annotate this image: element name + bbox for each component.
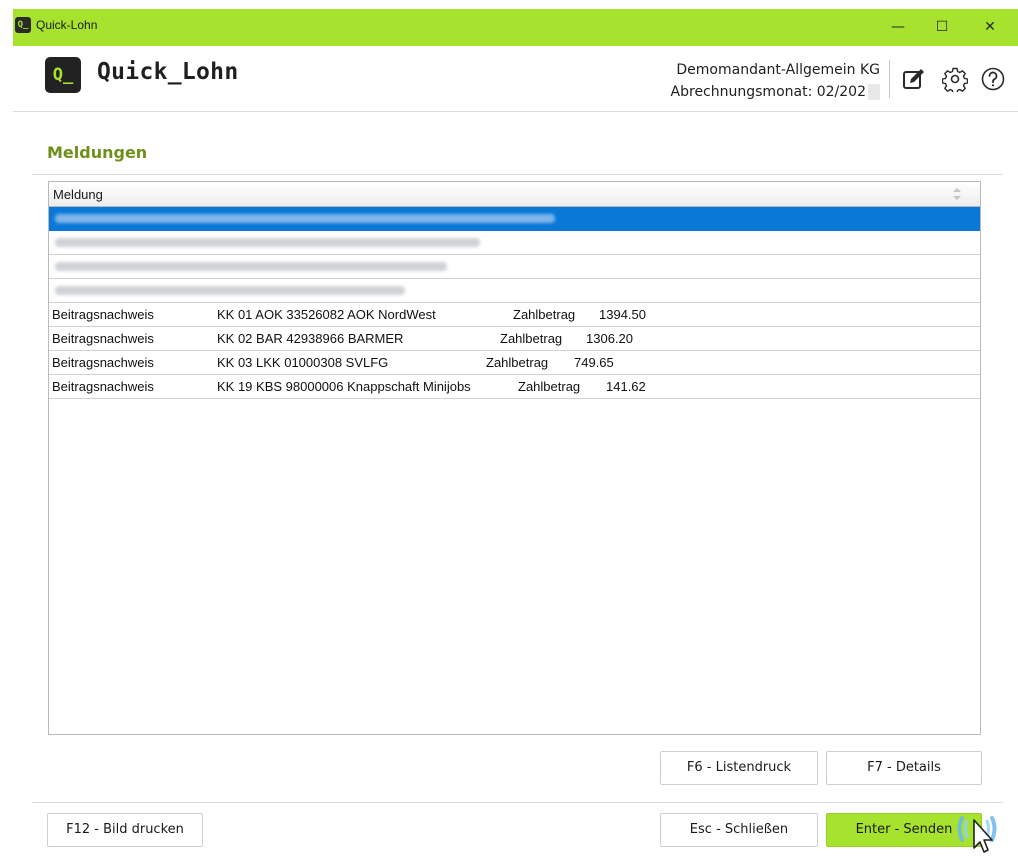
- header-separator: [889, 60, 890, 98]
- title-bar: [0, 0, 1018, 46]
- listendruck-button[interactable]: F6 - Listendruck: [660, 751, 818, 785]
- app-icon: Q_: [15, 17, 31, 33]
- grid-header[interactable]: Meldung: [49, 182, 980, 207]
- redacted-row-content: [55, 238, 480, 247]
- company-info: Demomandant-Allgemein KG Abrechnungsmona…: [671, 59, 880, 103]
- row-kk: KK 02 BAR 42938966 BARMER: [217, 331, 404, 346]
- grid-rows: Beitragsnachweis KK 01 AOK 33526082 AOK …: [49, 207, 980, 399]
- row-amount-label: Zahlbetrag: [518, 379, 581, 394]
- table-row-selected[interactable]: [49, 207, 980, 231]
- app-header: Q_ Quick_Lohn Demomandant-Allgemein KG A…: [13, 46, 1018, 112]
- gear-icon[interactable]: [942, 66, 968, 92]
- sort-icon[interactable]: [952, 187, 962, 201]
- row-type: Beitragsnachweis: [52, 355, 154, 370]
- company-name: Demomandant-Allgemein KG: [676, 62, 880, 78]
- redacted-row-content: [55, 262, 447, 271]
- row-kk: KK 19 KBS 98000006 Knappschaft Minijobs: [217, 379, 471, 394]
- title-bar-background: [13, 9, 1018, 46]
- billing-month: Abrechnungsmonat: 02/202: [670, 84, 866, 100]
- row-amount-label: Zahlbetrag: [486, 355, 549, 370]
- close-dialog-button[interactable]: Esc - Schließen: [660, 813, 818, 847]
- messages-grid[interactable]: Meldung Beitragsnachweis KK 01 AOK 33526…: [48, 181, 981, 735]
- row-type: Beitragsnachweis: [52, 379, 154, 394]
- maximize-button[interactable]: ☐: [922, 12, 962, 42]
- row-kk: KK 03 LKK 01000308 SVLFG: [217, 355, 389, 370]
- print-screen-button[interactable]: F12 - Bild drucken: [47, 813, 203, 847]
- table-row[interactable]: Beitragsnachweis KK 19 KBS 98000006 Knap…: [49, 375, 980, 399]
- redacted-row-content: [55, 214, 555, 223]
- row-amount: 749.65: [574, 355, 614, 370]
- billing-month-line: Abrechnungsmonat: 02/202: [671, 81, 880, 103]
- redacted-row-content: [55, 286, 405, 295]
- minimize-button[interactable]: —: [878, 12, 918, 42]
- row-amount: 1394.50: [599, 307, 646, 322]
- table-row[interactable]: Beitragsnachweis KK 01 AOK 33526082 AOK …: [49, 303, 980, 327]
- details-button[interactable]: F7 - Details: [826, 751, 982, 785]
- logo-icon: Q_: [45, 57, 81, 93]
- table-row[interactable]: Beitragsnachweis KK 03 LKK 01000308 SVLF…: [49, 351, 980, 375]
- table-row[interactable]: [49, 255, 980, 279]
- close-button[interactable]: ✕: [970, 12, 1010, 42]
- section-title: Meldungen: [47, 143, 148, 162]
- row-amount: 1306.20: [586, 331, 633, 346]
- mouse-cursor-icon: [957, 816, 997, 853]
- table-row[interactable]: [49, 231, 980, 255]
- row-amount-label: Zahlbetrag: [500, 331, 563, 346]
- row-amount: 141.62: [606, 379, 646, 394]
- row-kk: KK 01 AOK 33526082 AOK NordWest: [217, 307, 436, 322]
- table-row[interactable]: [49, 279, 980, 303]
- row-type: Beitragsnachweis: [52, 331, 154, 346]
- edit-icon[interactable]: [901, 66, 927, 92]
- logo-text: Quick_Lohn: [97, 59, 239, 85]
- footer-divider: [32, 802, 1003, 803]
- column-header-meldung[interactable]: Meldung: [53, 187, 103, 202]
- table-row[interactable]: Beitragsnachweis KK 02 BAR 42938966 BARM…: [49, 327, 980, 351]
- row-amount-label: Zahlbetrag: [513, 307, 576, 322]
- section-divider: [32, 174, 1003, 175]
- redacted-mask: [868, 84, 880, 100]
- window-title: Quick-Lohn: [36, 18, 98, 32]
- row-type: Beitragsnachweis: [52, 307, 154, 322]
- help-icon[interactable]: [980, 66, 1006, 92]
